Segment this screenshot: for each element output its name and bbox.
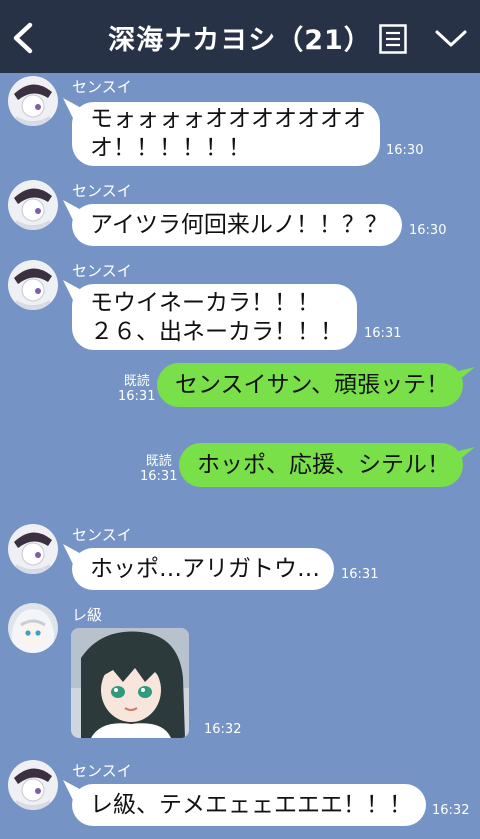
chat-title: 深海ナカヨシ（21） bbox=[108, 25, 372, 56]
read-receipt: 既読 16:31 bbox=[140, 454, 177, 484]
sensui-avatar-icon bbox=[8, 260, 58, 310]
sensui-avatar-icon bbox=[8, 760, 58, 810]
avatar-sensui[interactable] bbox=[8, 180, 58, 230]
message-bubble[interactable]: ホッポ…アリガトウ… bbox=[72, 548, 334, 590]
re-class-avatar-icon bbox=[8, 603, 58, 653]
avatar-re-class[interactable] bbox=[8, 603, 58, 653]
message-bubble-outgoing[interactable]: センスイサン、頑張ッテ！ bbox=[157, 363, 463, 407]
message-bubble-outgoing[interactable]: ホッポ、応援、シテル！ bbox=[179, 443, 463, 487]
anime-girl-sticker-icon bbox=[71, 628, 189, 738]
message-bubble[interactable]: レ級、テメエェェエエエ！！！ bbox=[72, 784, 426, 826]
avatar-sensui[interactable] bbox=[8, 260, 58, 310]
message-time: 16:31 bbox=[140, 469, 178, 484]
sender-name: センスイ bbox=[72, 526, 132, 544]
menu-list-icon[interactable] bbox=[379, 24, 407, 54]
read-label: 既読 bbox=[123, 374, 150, 389]
read-receipt: 既読 16:31 bbox=[118, 374, 155, 404]
message-bubble[interactable]: モォォォォオオオオオオオ オ！！！！！！ bbox=[72, 102, 380, 166]
sender-name: センスイ bbox=[72, 762, 132, 780]
message-bubble[interactable]: モウイネーカラ！！！ ２６、出ネーカラ！！！ bbox=[72, 284, 357, 350]
message-time: 16:30 bbox=[386, 143, 424, 158]
message-time: 16:31 bbox=[118, 389, 156, 404]
sender-name: センスイ bbox=[72, 182, 132, 200]
chevron-down-icon[interactable] bbox=[434, 28, 468, 50]
message-time: 16:31 bbox=[364, 326, 402, 341]
sender-name: センスイ bbox=[72, 78, 132, 96]
sensui-avatar-icon bbox=[8, 524, 58, 574]
message-time: 16:30 bbox=[409, 223, 447, 238]
avatar-sensui[interactable] bbox=[8, 524, 58, 574]
avatar-sensui[interactable] bbox=[8, 76, 58, 126]
message-time: 16:31 bbox=[341, 567, 379, 582]
message-time: 16:32 bbox=[432, 803, 470, 818]
sensui-avatar-icon bbox=[8, 76, 58, 126]
chat-header: 深海ナカヨシ（21） bbox=[0, 0, 480, 73]
read-label: 既読 bbox=[145, 454, 172, 469]
sender-name: レ級 bbox=[72, 606, 103, 624]
message-bubble[interactable]: アイツラ何回来ルノ！！？？ bbox=[72, 204, 402, 246]
sender-name: センスイ bbox=[72, 262, 132, 280]
sticker-image[interactable] bbox=[71, 628, 189, 738]
sensui-avatar-icon bbox=[8, 180, 58, 230]
message-time: 16:32 bbox=[204, 722, 242, 737]
avatar-sensui[interactable] bbox=[8, 760, 58, 810]
